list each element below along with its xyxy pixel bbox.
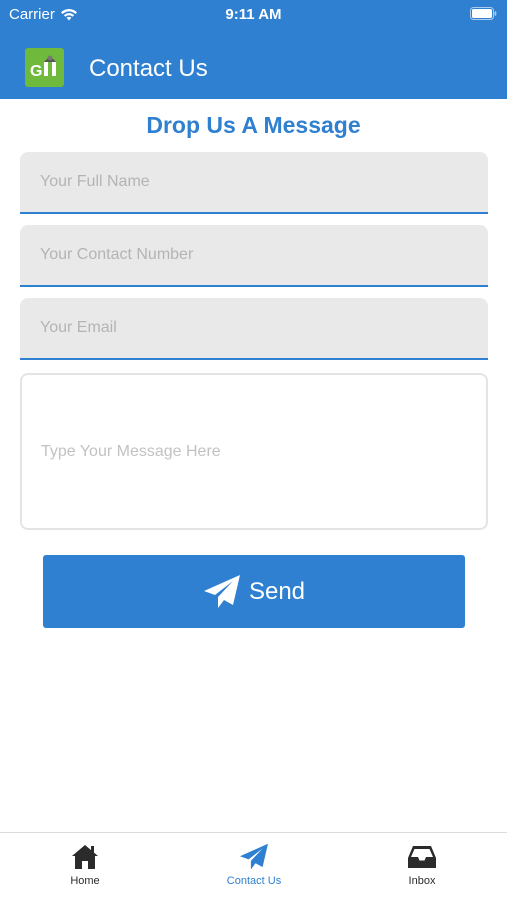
contact-screen: Carrier 9:11 AM G Contact Us Drop Us A M… — [0, 0, 507, 900]
tab-bar: Home Contact Us Inbox — [0, 832, 507, 900]
tab-contact-us-label: Contact Us — [226, 875, 282, 887]
message-textarea[interactable]: Type Your Message Here — [20, 373, 488, 530]
email-field[interactable]: Your Email — [20, 298, 488, 360]
app-logo: G — [25, 48, 64, 87]
app-header: Carrier 9:11 AM G Contact Us — [0, 0, 507, 99]
paper-plane-icon — [240, 843, 268, 870]
tab-contact-us[interactable]: Contact Us — [194, 843, 314, 887]
send-label: Send — [248, 577, 306, 605]
paper-plane-icon — [203, 574, 240, 608]
svg-text:G: G — [30, 63, 42, 80]
nav-bar: G Contact Us — [0, 44, 507, 94]
home-icon — [72, 845, 98, 869]
send-button[interactable]: Send — [43, 555, 465, 628]
contact-number-field[interactable]: Your Contact Number — [20, 225, 488, 287]
page-title: Contact Us — [89, 55, 208, 82]
tab-home[interactable]: Home — [25, 843, 145, 887]
form-heading: Drop Us A Message — [146, 112, 361, 138]
tab-inbox[interactable]: Inbox — [362, 843, 482, 887]
status-bar: Carrier 9:11 AM — [0, 0, 507, 30]
full-name-field[interactable]: Your Full Name — [20, 152, 488, 214]
tab-inbox-label: Inbox — [408, 875, 436, 887]
tab-home-label: Home — [70, 875, 100, 887]
battery-icon — [470, 7, 497, 20]
status-time: 9:11 AM — [225, 6, 282, 23]
inbox-icon — [408, 846, 436, 868]
